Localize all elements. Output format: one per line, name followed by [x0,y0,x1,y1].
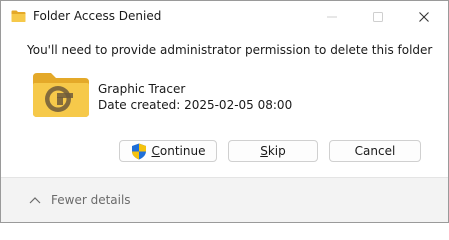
fewer-details-toggle[interactable]: Fewer details [29,192,131,208]
title-bar[interactable]: Folder Access Denied [1,1,448,33]
cancel-button[interactable]: Cancel [329,140,421,162]
window-title: Folder Access Denied [33,9,162,23]
continue-button[interactable]: Continue [119,140,217,162]
dialog-footer: Fewer details [1,178,448,222]
maximize-button[interactable] [355,1,401,33]
minimize-icon [327,16,337,18]
uac-shield-icon [131,143,146,159]
close-icon [419,12,429,22]
maximize-icon [373,12,383,22]
dialog-message: You'll need to provide administrator per… [27,43,433,57]
folder-icon [33,73,89,117]
chevron-up-icon [29,197,41,204]
folder-name: Graphic Tracer [98,82,186,96]
fewer-details-label: Fewer details [51,193,131,207]
skip-button[interactable]: Skip [228,140,318,162]
folder-date-created: Date created: 2025-02-05 08:00 [98,98,293,112]
minimize-button[interactable] [309,1,355,33]
continue-label: Continue [151,144,206,158]
skip-label: Skip [260,144,286,158]
dialog-window: Folder Access Denied You'll need to prov… [0,0,449,223]
folder-icon [11,10,26,22]
cancel-label: Cancel [354,144,396,158]
close-button[interactable] [401,1,447,33]
